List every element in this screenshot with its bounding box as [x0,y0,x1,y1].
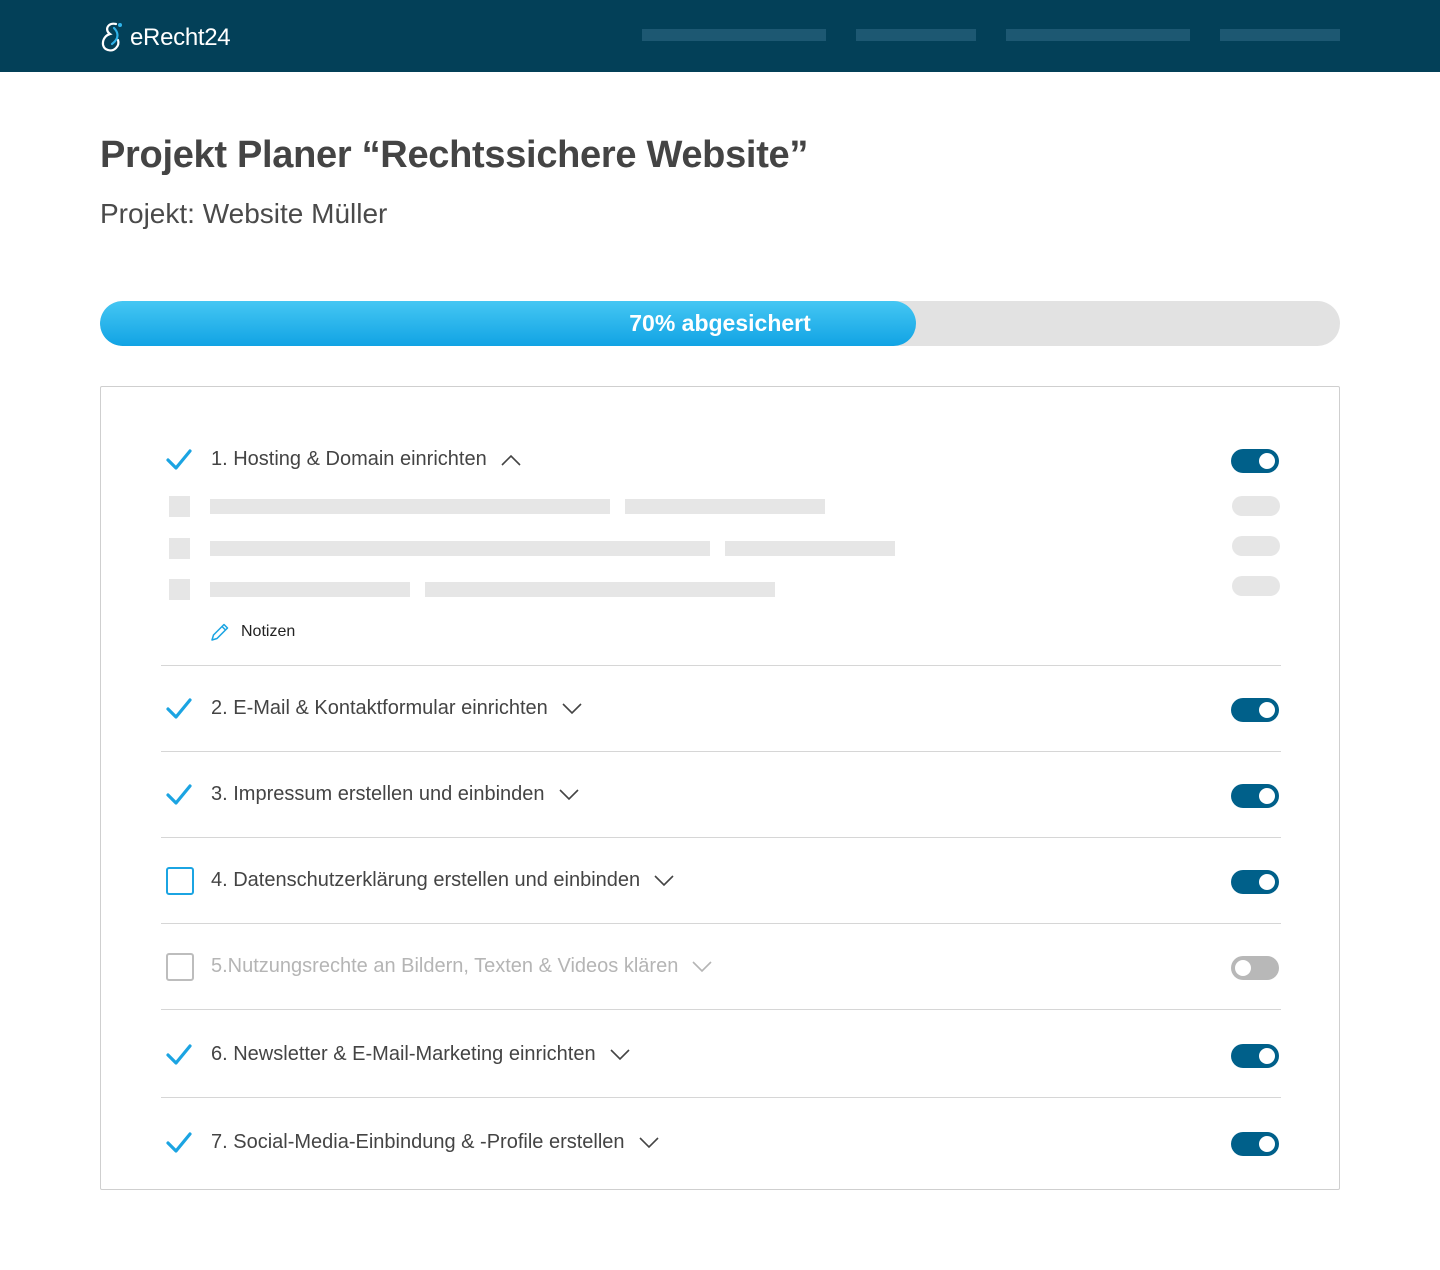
chevron-down-icon[interactable] [610,1048,630,1061]
nav-item-placeholder-3[interactable] [1006,29,1190,41]
toggle-knob [1259,788,1275,804]
toggle-knob [1259,874,1275,890]
toggle-knob [1259,1136,1275,1152]
subitem-text-placeholder [210,582,410,597]
chevron-down-icon[interactable] [562,702,582,715]
chevron-down-icon[interactable] [558,788,579,801]
subitem-text-placeholder [425,582,775,597]
checklist-item-1[interactable]: 1. Hosting & Domain einrichten [161,440,1281,480]
subitem-text-placeholder [625,499,825,514]
checkbox-unchecked[interactable] [166,867,194,895]
divider [161,1097,1281,1098]
checkmark-icon[interactable] [165,1129,193,1157]
checklist-item-label[interactable]: 1. Hosting & Domain einrichten [211,448,521,471]
checklist-item-4[interactable]: 4. Datenschutzerklärung erstellen und ei… [161,861,1281,901]
subitem-toggle-placeholder[interactable] [1232,576,1280,596]
subitem-checkbox-placeholder[interactable] [169,579,190,600]
checklist-item-5[interactable]: 5.Nutzungsrechte an Bildern, Texten & Vi… [161,947,1281,987]
divider [161,837,1281,838]
notes-link[interactable]: Notizen [209,621,295,643]
subitem-toggle-placeholder[interactable] [1232,496,1280,516]
checklist-item-label[interactable]: 7. Social-Media-Einbindung & -Profile er… [211,1131,659,1154]
pencil-icon [211,623,229,641]
logo-mark-icon [101,22,122,52]
item-toggle[interactable] [1231,698,1279,722]
brand-logo[interactable]: eRecht24 [98,18,231,58]
item-toggle[interactable] [1231,449,1279,473]
notes-label: Notizen [241,623,296,640]
divider [161,665,1281,666]
divider [161,1009,1281,1010]
brand-name: eRecht24 [130,24,231,51]
subitem-checkbox-placeholder[interactable] [169,496,190,517]
item-toggle[interactable] [1231,870,1279,894]
chevron-down-icon[interactable] [638,1136,659,1149]
checklist-item-2[interactable]: 2. E-Mail & Kontaktformular einrichten [161,689,1281,729]
divider [161,923,1281,924]
item-toggle[interactable] [1231,784,1279,808]
nav-item-placeholder-4[interactable] [1220,29,1340,41]
checklist-item-text: 3. Impressum erstellen und einbinden [211,783,545,805]
project-subtitle: Projekt: Website Müller [100,198,388,229]
checkmark-icon[interactable] [165,781,193,809]
progress-bar: 70% abgesichert [100,301,1340,346]
toggle-knob [1259,1048,1275,1064]
checklist-item-text: 4. Datenschutzerklärung erstellen und ei… [211,869,641,891]
divider [161,751,1281,752]
progress-label: 70% abgesichert [629,310,811,336]
checklist-item-label[interactable]: 6. Newsletter & E-Mail-Marketing einrich… [211,1043,630,1066]
nav-item-placeholder-2[interactable] [856,29,976,41]
toggle-knob [1259,702,1275,718]
checklist-item-3[interactable]: 3. Impressum erstellen und einbinden [161,775,1281,815]
subitem-toggle-placeholder[interactable] [1232,536,1280,556]
checklist-item-label[interactable]: 2. E-Mail & Kontaktformular einrichten [211,697,582,720]
checkbox-unchecked[interactable] [166,953,194,981]
chevron-down-icon[interactable] [654,874,674,887]
checklist-item-7[interactable]: 7. Social-Media-Einbindung & -Profile er… [161,1123,1281,1163]
subitem-text-placeholder [725,541,895,556]
chevron-down-icon[interactable] [692,960,712,973]
subitem-text-placeholder [210,541,710,556]
checklist-item-text: 7. Social-Media-Einbindung & -Profile er… [211,1131,625,1153]
checklist-card: 1. Hosting & Domain einrichten Notizen 2… [100,386,1340,1190]
checklist-item-label[interactable]: 4. Datenschutzerklärung erstellen und ei… [211,869,674,892]
checklist-item-text: 5.Nutzungsrechte an Bildern, Texten & Vi… [211,955,679,977]
item-toggle[interactable] [1231,1132,1279,1156]
checklist-item-text: 6. Newsletter & E-Mail-Marketing einrich… [211,1043,596,1065]
toggle-knob [1259,453,1275,469]
subitem-checkbox-placeholder[interactable] [169,538,190,559]
item-toggle[interactable] [1231,1044,1279,1068]
checklist-item-label[interactable]: 5.Nutzungsrechte an Bildern, Texten & Vi… [211,955,712,978]
nav-item-placeholder-1[interactable] [642,29,826,41]
checkmark-icon[interactable] [165,446,193,474]
checklist-item-text: 1. Hosting & Domain einrichten [211,448,487,470]
checklist-item-label[interactable]: 3. Impressum erstellen und einbinden [211,783,579,806]
checklist-item-text: 2. E-Mail & Kontaktformular einrichten [211,697,548,719]
toggle-knob [1235,960,1251,976]
subitem-text-placeholder [210,499,610,514]
top-navigation-bar: eRecht24 [0,0,1440,72]
chevron-up-icon[interactable] [501,454,521,466]
item-toggle[interactable] [1231,956,1279,980]
page-title: Projekt Planer “Rechtssichere Website” [100,134,809,176]
checkmark-icon[interactable] [165,695,193,723]
checkmark-icon[interactable] [165,1041,193,1069]
checklist-item-6[interactable]: 6. Newsletter & E-Mail-Marketing einrich… [161,1035,1281,1075]
